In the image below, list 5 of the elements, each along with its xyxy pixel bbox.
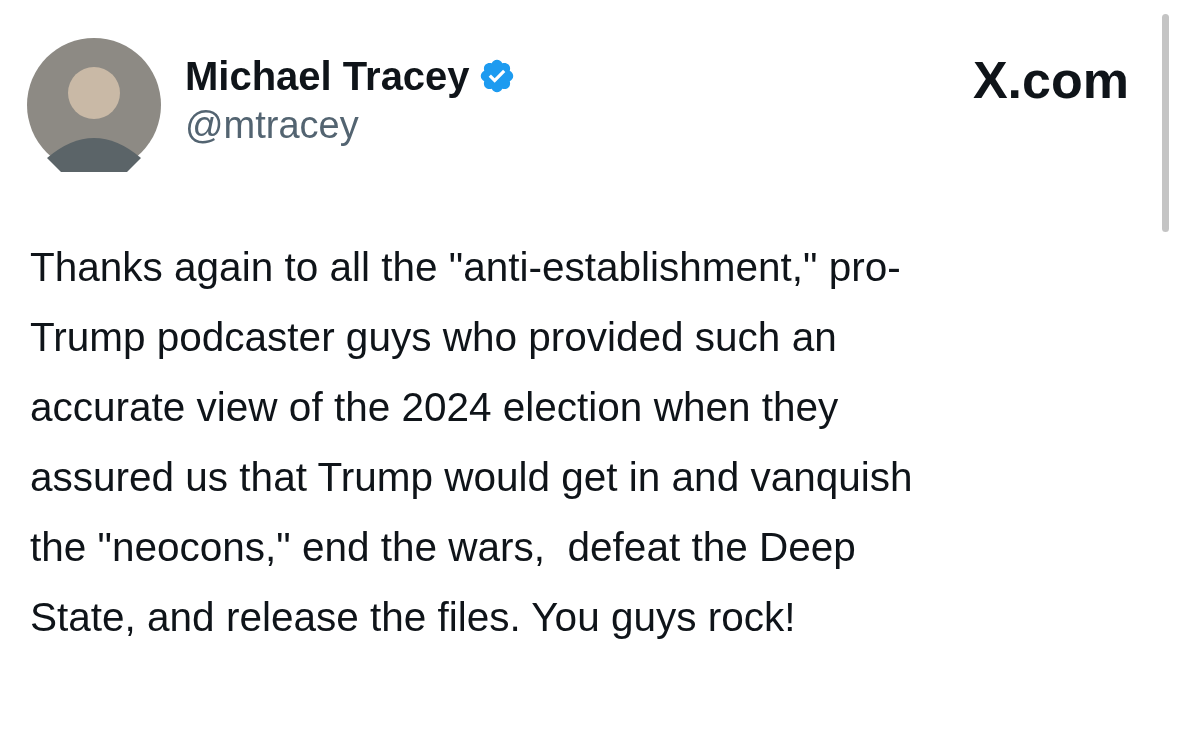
author-handle[interactable]: @mtracey — [185, 102, 516, 148]
tweet-text: Thanks again to all the "anti-establishment," pro- Trump podcaster guys who provided such an accurate view of the 2024 election when they assured us that Trump would get in and vanquish the "neocons," end the wars, defeat the Deep State, and release the files. You guys rock! — [30, 243, 914, 642]
site-label: X.com — [972, 50, 1129, 110]
author-name[interactable]: Michael Tracey — [185, 52, 470, 100]
avatar-icon — [27, 38, 161, 172]
